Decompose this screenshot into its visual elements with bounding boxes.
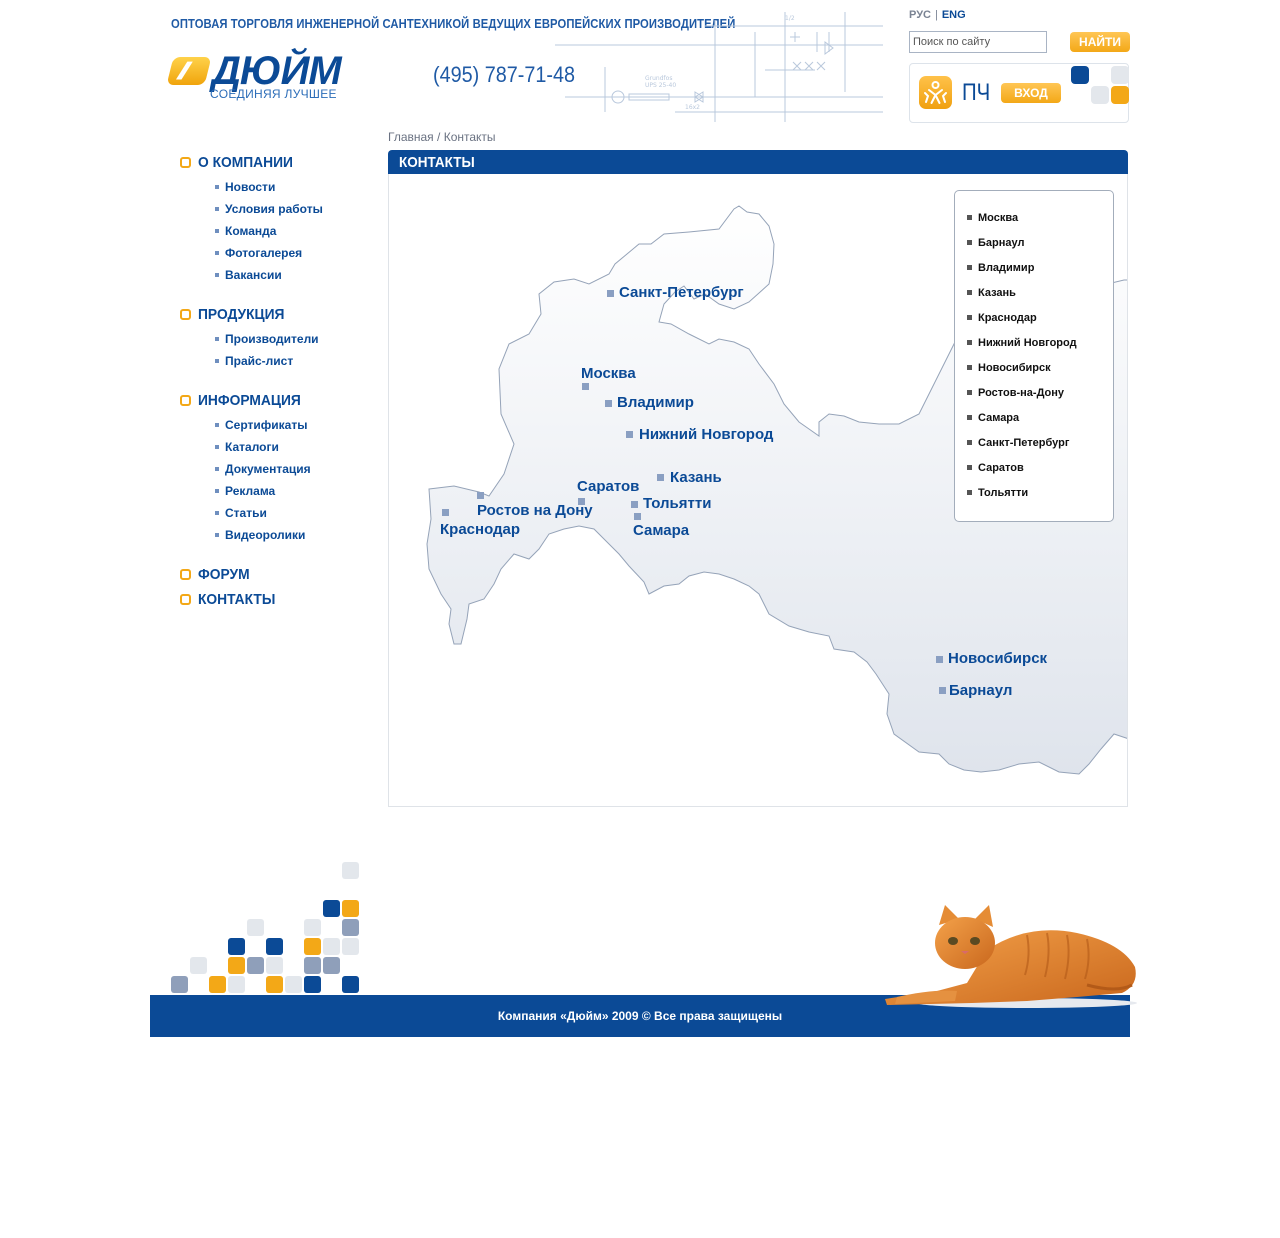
breadcrumb-home-link[interactable]: Главная [388,130,434,144]
nav-bullet-icon [180,568,191,580]
city-link-samara[interactable]: Самара [955,405,1113,430]
city-link-novosibirsk[interactable]: Новосибирск [955,355,1113,380]
city-list: Москва Барнаул Владимир Казань Краснодар… [954,190,1114,522]
nav-head-company[interactable]: О КОМПАНИИ [180,152,380,172]
nav-item-team[interactable]: Команда [180,220,380,242]
map-label-saratov: Саратов [577,478,639,495]
logo-slogan: СОЕДИНЯЯ ЛУЧШЕЕ [210,87,337,101]
nav-head-forum[interactable]: ФОРУМ [180,564,380,584]
nav-item-certificates[interactable]: Сертификаты [180,414,380,436]
nav-item-manufacturers[interactable]: Производители [180,328,380,350]
map-label-rostov: Ростов на Дону [477,502,593,519]
page: ОПТОВАЯ ТОРГОВЛЯ ИНЖЕНЕРНОЙ САНТЕХНИКОЙ … [150,0,1137,1040]
city-link-kazan[interactable]: Казань [955,280,1113,305]
city-link-nnovgorod[interactable]: Нижний Новгород [955,330,1113,355]
header-phone: (495) 787-71-48 [433,62,576,87]
breadcrumb-separator: / [437,130,441,144]
nav-section-products: ПРОДУКЦИЯ Производители Прайс-лист [180,304,380,372]
pch-label: ПЧ [962,79,991,106]
plumbing-schematic-illustration: 1/2 Grundfos UPS 25-40 16x2 [555,12,883,122]
nav-section-information: ИНФОРМАЦИЯ Сертификаты Каталоги Документ… [180,390,380,546]
nav-item-documentation[interactable]: Документация [180,458,380,480]
nav-head-contacts[interactable]: КОНТАКТЫ [180,589,380,609]
city-link-barnaul[interactable]: Барнаул [955,230,1113,255]
search-input[interactable] [909,31,1047,53]
map-label-krasnodar: Краснодар [440,521,520,538]
map-label-vladimir: Владимир [617,394,694,411]
nav-item-terms[interactable]: Условия работы [180,198,380,220]
nav-item-vacancies[interactable]: Вакансии [180,264,380,286]
svg-text:UPS 25-40: UPS 25-40 [645,82,676,89]
nav-bullet-icon [180,308,191,320]
svg-text:Grundfos: Grundfos [645,75,672,82]
nav-item-catalogs[interactable]: Каталоги [180,436,380,458]
map-label-nnovgorod: Нижний Новгород [639,426,774,443]
city-link-vladimir[interactable]: Владимир [955,255,1113,280]
footer-copyright: Компания «Дюйм» 2009 © Все права защищен… [497,1009,783,1023]
lang-separator: | [934,9,938,21]
login-panel: ПЧ ВХОД [909,63,1129,123]
map-label-barnaul: Барнаул [949,682,1012,699]
footer-mosaic-decoration [170,860,360,995]
breadcrumb-current: Контакты [443,130,496,144]
nav-head-products[interactable]: ПРОДУКЦИЯ [180,304,380,324]
svg-text:1/2: 1/2 [785,15,795,22]
site-logo[interactable]: ДЮЙМ СОЕДИНЯЯ ЛУЧШЕЕ [166,49,400,102]
content-body: Санкт-Петербург Москва Владимир Нижний Н… [388,174,1128,807]
breadcrumb: Главная / Контакты [388,130,496,144]
map-label-moscow: Москва [581,365,636,382]
nav-item-gallery[interactable]: Фотогалерея [180,242,380,264]
city-link-moscow[interactable]: Москва [955,205,1113,230]
nav-bullet-icon [180,593,191,605]
pch-people-icon[interactable] [919,76,952,109]
logo-mark-icon [166,57,212,85]
map-label-spb: Санкт-Петербург [619,284,744,301]
city-link-tolyatti[interactable]: Тольятти [955,480,1113,505]
lang-ru-link[interactable]: РУС [909,9,931,21]
svg-text:16x2: 16x2 [685,104,700,111]
map-label-novosibirsk: Новосибирск [948,650,1048,667]
map-label-tolyatti: Тольятти [643,495,711,512]
nav-item-advertising[interactable]: Реклама [180,480,380,502]
map-label-samara: Самара [633,522,690,539]
search-button[interactable]: НАЙТИ [1070,32,1130,52]
nav-item-pricelist[interactable]: Прайс-лист [180,350,380,372]
city-link-rostov[interactable]: Ростов-на-Дону [955,380,1113,405]
content-header: КОНТАКТЫ [388,150,1128,174]
language-switcher: РУС | ENG [909,9,966,21]
city-link-spb[interactable]: Санкт-Петербург [955,430,1113,455]
sidebar-nav: О КОМПАНИИ Новости Условия работы Команд… [180,152,380,614]
mini-mosaic-decoration [1071,66,1129,106]
nav-bullet-icon [180,394,191,406]
city-link-saratov[interactable]: Саратов [955,455,1113,480]
nav-bullet-icon [180,156,191,168]
login-button[interactable]: ВХОД [1001,83,1061,103]
city-link-krasnodar[interactable]: Краснодар [955,305,1113,330]
nav-item-articles[interactable]: Статьи [180,502,380,524]
nav-section-company: О КОМПАНИИ Новости Условия работы Команд… [180,152,380,286]
nav-head-information[interactable]: ИНФОРМАЦИЯ [180,390,380,410]
kitten-illustration [885,905,1137,1008]
lang-en-link[interactable]: ENG [942,9,966,21]
nav-item-news[interactable]: Новости [180,176,380,198]
page-title: КОНТАКТЫ [399,154,475,171]
map-label-kazan: Казань [670,469,722,486]
nav-item-videos[interactable]: Видеоролики [180,524,380,546]
